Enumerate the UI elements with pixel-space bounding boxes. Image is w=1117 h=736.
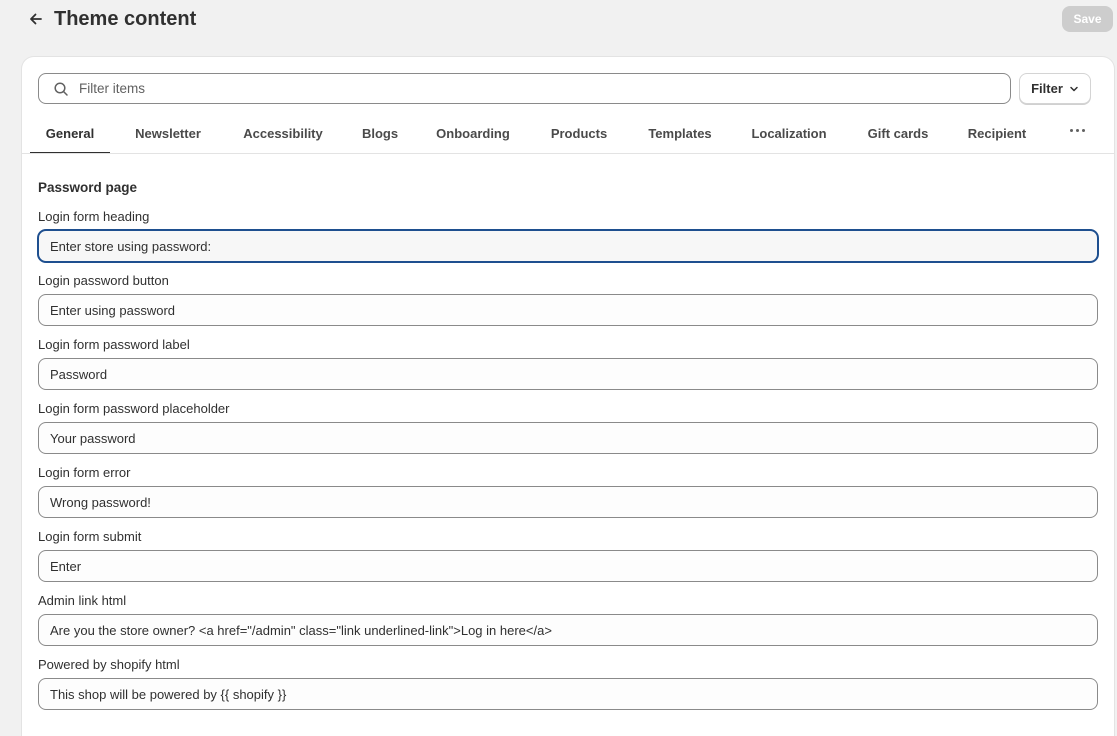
login-form-password-label-input[interactable] xyxy=(38,358,1098,390)
field-label: Login form error xyxy=(38,465,131,480)
powered-by-shopify-html-input[interactable] xyxy=(38,678,1098,710)
tab-accessibility[interactable]: Accessibility xyxy=(236,113,330,154)
tabs-divider xyxy=(22,153,1114,154)
filter-search-field[interactable] xyxy=(38,73,1011,104)
filter-button-label: Filter xyxy=(1031,81,1063,96)
login-form-submit-input[interactable] xyxy=(38,550,1098,582)
tab-bar: General Newsletter Accessibility Blogs O… xyxy=(30,113,1106,154)
login-password-button-input[interactable] xyxy=(38,294,1098,326)
filter-button[interactable]: Filter xyxy=(1019,73,1091,104)
field-label: Login form heading xyxy=(38,209,150,224)
back-button[interactable] xyxy=(24,6,48,32)
arrow-left-icon xyxy=(30,13,42,25)
login-form-password-placeholder-input[interactable] xyxy=(38,422,1098,454)
field-label: Login form submit xyxy=(38,529,142,544)
admin-link-html-input[interactable] xyxy=(38,614,1098,646)
login-form-error-input[interactable] xyxy=(38,486,1098,518)
search-input[interactable] xyxy=(79,81,979,96)
top-bar: Theme content Save xyxy=(0,0,1117,40)
field-label: Admin link html xyxy=(38,593,127,608)
tab-gift-cards[interactable]: Gift cards xyxy=(862,113,934,154)
page-title: Theme content xyxy=(54,8,197,30)
tab-onboarding[interactable]: Onboarding xyxy=(430,113,516,154)
more-tabs-button[interactable] xyxy=(1068,123,1086,137)
search-icon xyxy=(53,81,69,97)
tab-localization[interactable]: Localization xyxy=(746,113,832,154)
tab-recipient[interactable]: Recipient xyxy=(964,113,1030,154)
tab-templates[interactable]: Templates xyxy=(642,113,718,154)
chevron-down-icon xyxy=(1070,86,1078,91)
theme-content-card: Filter General Newsletter Accessibility … xyxy=(22,57,1114,736)
field-label: Powered by shopify html xyxy=(38,657,180,672)
login-form-heading-input[interactable] xyxy=(38,230,1098,262)
tab-general[interactable]: General xyxy=(30,113,110,154)
more-horizontal-icon xyxy=(1069,128,1073,132)
field-label: Login form password placeholder xyxy=(38,401,230,416)
tab-blogs[interactable]: Blogs xyxy=(354,113,406,154)
field-label: Login form password label xyxy=(38,337,190,352)
tab-newsletter[interactable]: Newsletter xyxy=(128,113,208,154)
tab-products[interactable]: Products xyxy=(544,113,614,154)
field-label: Login password button xyxy=(38,273,169,288)
section-title: Password page xyxy=(38,180,138,195)
save-button[interactable]: Save xyxy=(1062,6,1113,32)
